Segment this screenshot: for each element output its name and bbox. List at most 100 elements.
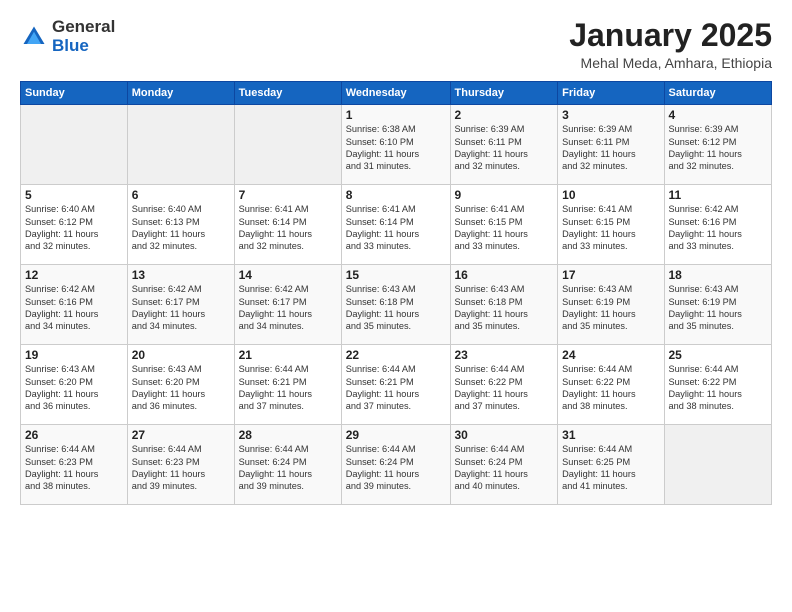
calendar-table: SundayMondayTuesdayWednesdayThursdayFrid… — [20, 81, 772, 505]
calendar-cell: 16Sunrise: 6:43 AM Sunset: 6:18 PM Dayli… — [450, 265, 558, 345]
day-info: Sunrise: 6:42 AM Sunset: 6:16 PM Dayligh… — [669, 203, 768, 253]
day-number: 12 — [25, 268, 123, 282]
day-of-week-header: Monday — [127, 82, 234, 105]
calendar-cell — [21, 105, 128, 185]
calendar-cell: 28Sunrise: 6:44 AM Sunset: 6:24 PM Dayli… — [234, 425, 341, 505]
day-number: 21 — [239, 348, 337, 362]
day-info: Sunrise: 6:44 AM Sunset: 6:22 PM Dayligh… — [669, 363, 768, 413]
logo: General Blue — [20, 18, 115, 55]
day-of-week-header: Wednesday — [341, 82, 450, 105]
day-number: 29 — [346, 428, 446, 442]
day-number: 3 — [562, 108, 659, 122]
day-info: Sunrise: 6:44 AM Sunset: 6:21 PM Dayligh… — [239, 363, 337, 413]
calendar-cell: 1Sunrise: 6:38 AM Sunset: 6:10 PM Daylig… — [341, 105, 450, 185]
calendar-cell: 2Sunrise: 6:39 AM Sunset: 6:11 PM Daylig… — [450, 105, 558, 185]
day-number: 18 — [669, 268, 768, 282]
calendar-cell: 12Sunrise: 6:42 AM Sunset: 6:16 PM Dayli… — [21, 265, 128, 345]
calendar-cell — [127, 105, 234, 185]
day-number: 1 — [346, 108, 446, 122]
calendar-cell — [664, 425, 772, 505]
day-number: 13 — [132, 268, 230, 282]
day-info: Sunrise: 6:44 AM Sunset: 6:25 PM Dayligh… — [562, 443, 659, 493]
day-number: 19 — [25, 348, 123, 362]
day-info: Sunrise: 6:39 AM Sunset: 6:12 PM Dayligh… — [669, 123, 768, 173]
calendar-cell: 30Sunrise: 6:44 AM Sunset: 6:24 PM Dayli… — [450, 425, 558, 505]
day-number: 11 — [669, 188, 768, 202]
calendar-cell: 29Sunrise: 6:44 AM Sunset: 6:24 PM Dayli… — [341, 425, 450, 505]
header: General Blue January 2025 Mehal Meda, Am… — [20, 18, 772, 71]
day-number: 22 — [346, 348, 446, 362]
day-info: Sunrise: 6:42 AM Sunset: 6:16 PM Dayligh… — [25, 283, 123, 333]
day-info: Sunrise: 6:43 AM Sunset: 6:20 PM Dayligh… — [132, 363, 230, 413]
calendar-cell: 19Sunrise: 6:43 AM Sunset: 6:20 PM Dayli… — [21, 345, 128, 425]
calendar-header-row: SundayMondayTuesdayWednesdayThursdayFrid… — [21, 82, 772, 105]
month-title: January 2025 — [569, 18, 772, 53]
calendar-cell: 6Sunrise: 6:40 AM Sunset: 6:13 PM Daylig… — [127, 185, 234, 265]
calendar-cell: 26Sunrise: 6:44 AM Sunset: 6:23 PM Dayli… — [21, 425, 128, 505]
logo-blue-text: Blue — [52, 36, 89, 55]
day-number: 28 — [239, 428, 337, 442]
calendar-cell: 18Sunrise: 6:43 AM Sunset: 6:19 PM Dayli… — [664, 265, 772, 345]
calendar-cell: 13Sunrise: 6:42 AM Sunset: 6:17 PM Dayli… — [127, 265, 234, 345]
day-info: Sunrise: 6:44 AM Sunset: 6:22 PM Dayligh… — [562, 363, 659, 413]
day-info: Sunrise: 6:43 AM Sunset: 6:20 PM Dayligh… — [25, 363, 123, 413]
calendar-cell: 31Sunrise: 6:44 AM Sunset: 6:25 PM Dayli… — [558, 425, 664, 505]
day-number: 24 — [562, 348, 659, 362]
day-number: 25 — [669, 348, 768, 362]
logo-general-text: General — [52, 17, 115, 36]
day-info: Sunrise: 6:43 AM Sunset: 6:19 PM Dayligh… — [669, 283, 768, 333]
day-info: Sunrise: 6:44 AM Sunset: 6:23 PM Dayligh… — [132, 443, 230, 493]
day-number: 20 — [132, 348, 230, 362]
day-number: 23 — [455, 348, 554, 362]
day-info: Sunrise: 6:44 AM Sunset: 6:21 PM Dayligh… — [346, 363, 446, 413]
day-of-week-header: Sunday — [21, 82, 128, 105]
calendar-cell: 10Sunrise: 6:41 AM Sunset: 6:15 PM Dayli… — [558, 185, 664, 265]
day-info: Sunrise: 6:39 AM Sunset: 6:11 PM Dayligh… — [455, 123, 554, 173]
day-number: 14 — [239, 268, 337, 282]
calendar-cell — [234, 105, 341, 185]
day-number: 8 — [346, 188, 446, 202]
day-info: Sunrise: 6:44 AM Sunset: 6:23 PM Dayligh… — [25, 443, 123, 493]
calendar-cell: 23Sunrise: 6:44 AM Sunset: 6:22 PM Dayli… — [450, 345, 558, 425]
day-info: Sunrise: 6:41 AM Sunset: 6:14 PM Dayligh… — [239, 203, 337, 253]
day-number: 27 — [132, 428, 230, 442]
calendar-cell: 9Sunrise: 6:41 AM Sunset: 6:15 PM Daylig… — [450, 185, 558, 265]
day-number: 26 — [25, 428, 123, 442]
logo-icon — [20, 23, 48, 51]
day-number: 4 — [669, 108, 768, 122]
day-info: Sunrise: 6:43 AM Sunset: 6:18 PM Dayligh… — [346, 283, 446, 333]
day-number: 16 — [455, 268, 554, 282]
day-number: 10 — [562, 188, 659, 202]
day-number: 15 — [346, 268, 446, 282]
calendar-week-row: 26Sunrise: 6:44 AM Sunset: 6:23 PM Dayli… — [21, 425, 772, 505]
day-number: 5 — [25, 188, 123, 202]
calendar-cell: 7Sunrise: 6:41 AM Sunset: 6:14 PM Daylig… — [234, 185, 341, 265]
day-info: Sunrise: 6:44 AM Sunset: 6:22 PM Dayligh… — [455, 363, 554, 413]
location-subtitle: Mehal Meda, Amhara, Ethiopia — [569, 55, 772, 71]
day-number: 31 — [562, 428, 659, 442]
calendar-week-row: 19Sunrise: 6:43 AM Sunset: 6:20 PM Dayli… — [21, 345, 772, 425]
day-number: 9 — [455, 188, 554, 202]
calendar-cell: 11Sunrise: 6:42 AM Sunset: 6:16 PM Dayli… — [664, 185, 772, 265]
day-info: Sunrise: 6:39 AM Sunset: 6:11 PM Dayligh… — [562, 123, 659, 173]
calendar-cell: 5Sunrise: 6:40 AM Sunset: 6:12 PM Daylig… — [21, 185, 128, 265]
page: General Blue January 2025 Mehal Meda, Am… — [0, 0, 792, 612]
day-of-week-header: Thursday — [450, 82, 558, 105]
calendar-cell: 24Sunrise: 6:44 AM Sunset: 6:22 PM Dayli… — [558, 345, 664, 425]
calendar-cell: 25Sunrise: 6:44 AM Sunset: 6:22 PM Dayli… — [664, 345, 772, 425]
title-area: January 2025 Mehal Meda, Amhara, Ethiopi… — [569, 18, 772, 71]
calendar-cell: 4Sunrise: 6:39 AM Sunset: 6:12 PM Daylig… — [664, 105, 772, 185]
day-info: Sunrise: 6:44 AM Sunset: 6:24 PM Dayligh… — [239, 443, 337, 493]
calendar-week-row: 12Sunrise: 6:42 AM Sunset: 6:16 PM Dayli… — [21, 265, 772, 345]
day-number: 30 — [455, 428, 554, 442]
day-of-week-header: Friday — [558, 82, 664, 105]
calendar-cell: 22Sunrise: 6:44 AM Sunset: 6:21 PM Dayli… — [341, 345, 450, 425]
day-number: 6 — [132, 188, 230, 202]
day-info: Sunrise: 6:38 AM Sunset: 6:10 PM Dayligh… — [346, 123, 446, 173]
calendar-cell: 3Sunrise: 6:39 AM Sunset: 6:11 PM Daylig… — [558, 105, 664, 185]
day-number: 2 — [455, 108, 554, 122]
day-of-week-header: Saturday — [664, 82, 772, 105]
day-info: Sunrise: 6:43 AM Sunset: 6:19 PM Dayligh… — [562, 283, 659, 333]
calendar-cell: 17Sunrise: 6:43 AM Sunset: 6:19 PM Dayli… — [558, 265, 664, 345]
day-of-week-header: Tuesday — [234, 82, 341, 105]
